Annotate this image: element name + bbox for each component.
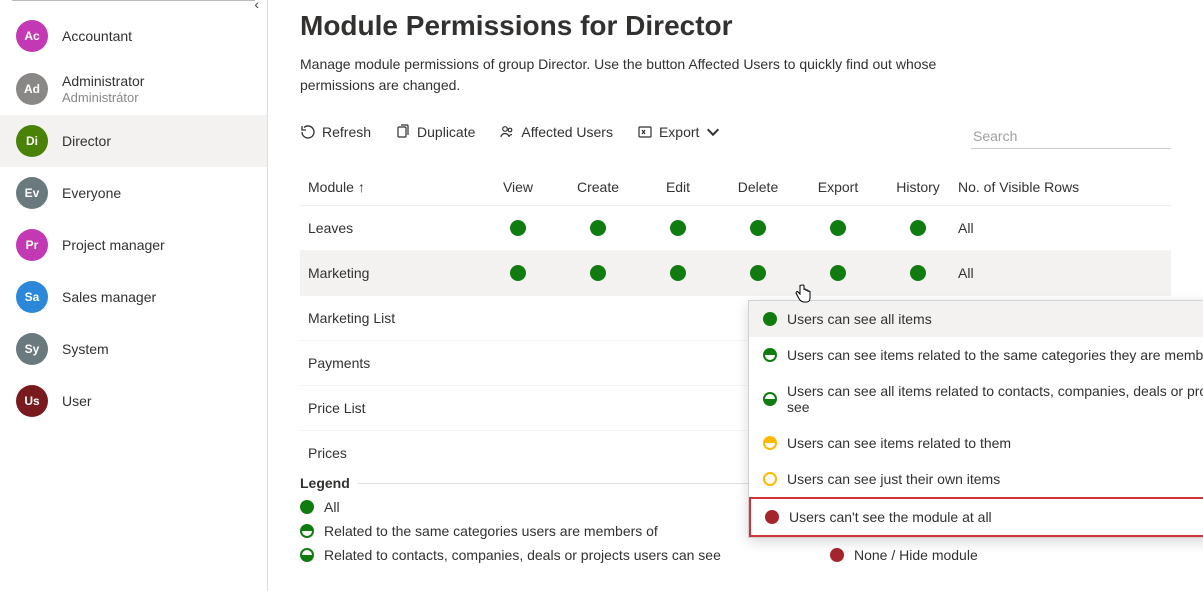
sidebar-item-sublabel: Administrátor [62,90,144,105]
visible-rows-value: All [958,265,1163,281]
sidebar-item-system[interactable]: Sy System [0,323,267,375]
dot-categories-icon [300,524,314,538]
sidebar-item-label: Everyone [62,184,121,202]
column-create[interactable]: Create [558,179,638,195]
module-name: Price List [308,400,478,416]
dropdown-option-all[interactable]: Users can see all items [749,301,1203,337]
avatar: Pr [16,229,48,261]
permission-dot[interactable] [750,220,766,236]
avatar: Ad [16,73,48,105]
legend-item: Related to contacts, companies, deals or… [300,547,830,563]
module-name: Leaves [308,220,478,236]
chevron-down-icon [705,124,721,140]
sidebar-item-everyone[interactable]: Ev Everyone [0,167,267,219]
collapse-icon[interactable]: ‹ [254,0,259,12]
permission-dot[interactable] [670,220,686,236]
module-name: Payments [308,355,478,371]
permission-dot[interactable] [670,265,686,281]
column-export[interactable]: Export [798,179,878,195]
toolbar: Refresh Duplicate Affected Users Export [300,124,1171,151]
column-view[interactable]: View [478,179,558,195]
sidebar-item-label: Sales manager [62,288,156,306]
sidebar-item-project-manager[interactable]: Pr Project manager [0,219,267,271]
permission-dot[interactable] [590,220,606,236]
table-row[interactable]: Leaves All [300,206,1171,251]
visible-rows-value: All [958,220,1163,236]
permission-dot[interactable] [510,265,526,281]
legend-item: None / Hide module [830,547,978,563]
dot-all-icon [300,500,314,514]
permission-dot[interactable] [510,220,526,236]
duplicate-label: Duplicate [417,124,475,140]
table-row[interactable]: Marketing All [300,251,1171,296]
avatar: Sa [16,281,48,313]
excel-icon [637,124,653,140]
search-input[interactable] [971,124,1171,149]
sidebar-item-label: System [62,340,109,358]
duplicate-icon [395,124,411,140]
column-delete[interactable]: Delete [718,179,798,195]
dropdown-option-related[interactable]: Users can see items related to them [749,425,1203,461]
sidebar-item-label: Project manager [62,236,165,254]
sidebar-item-sales-manager[interactable]: Sa Sales manager [0,271,267,323]
dot-none-icon [765,510,779,524]
column-history[interactable]: History [878,179,958,195]
avatar: Ev [16,177,48,209]
duplicate-button[interactable]: Duplicate [395,124,475,140]
dropdown-option-contacts[interactable]: Users can see all items related to conta… [749,373,1203,425]
legend-title: Legend [300,475,350,491]
sidebar: ‹ Ac Accountant Ad Administrator Adminis… [0,0,268,591]
dropdown-option-none[interactable]: Users can't see the module at all [749,497,1203,537]
avatar: Ac [16,20,48,52]
permission-dot[interactable] [750,265,766,281]
avatar: Us [16,385,48,417]
dot-related-icon [763,436,777,450]
table-header: Module ↑ View Create Edit Delete Export … [300,169,1171,206]
sidebar-item-label: Accountant [62,27,132,45]
refresh-icon [300,124,316,140]
refresh-button[interactable]: Refresh [300,124,371,140]
sidebar-item-label: User [62,392,92,410]
main-content: Module Permissions for Director Manage m… [268,0,1203,591]
users-icon [499,124,515,140]
permission-dot[interactable] [910,220,926,236]
sidebar-item-user[interactable]: Us User [0,375,267,427]
module-name: Prices [308,445,478,461]
column-edit[interactable]: Edit [638,179,718,195]
affected-label: Affected Users [521,124,613,140]
sidebar-item-administrator[interactable]: Ad Administrator Administrátor [0,62,267,115]
permission-dot[interactable] [590,265,606,281]
export-label: Export [659,124,699,140]
page-title: Module Permissions for Director [300,10,1171,42]
refresh-label: Refresh [322,124,371,140]
export-button[interactable]: Export [637,124,721,140]
dropdown-option-own[interactable]: Users can see just their own items [749,461,1203,497]
sort-asc-icon: ↑ [358,179,365,195]
dropdown-option-categories[interactable]: Users can see items related to the same … [749,337,1203,373]
sidebar-item-label: Administrator [62,72,144,90]
avatar: Sy [16,333,48,365]
column-module[interactable]: Module ↑ [308,179,478,195]
permission-dropdown: Users can see all items Users can see it… [748,300,1203,538]
dot-own-icon [763,472,777,486]
column-visible-rows[interactable]: No. of Visible Rows [958,179,1163,195]
avatar: Di [16,125,48,157]
sidebar-item-accountant[interactable]: Ac Accountant [0,10,267,62]
affected-users-button[interactable]: Affected Users [499,124,613,140]
dot-categories-icon [763,348,777,362]
dot-contacts-icon [763,392,777,406]
permission-dot[interactable] [910,265,926,281]
sidebar-item-label: Director [62,132,111,150]
permission-dot[interactable] [830,220,846,236]
dot-all-icon [763,312,777,326]
permission-dot[interactable] [830,265,846,281]
dot-contacts-icon [300,548,314,562]
page-description: Manage module permissions of group Direc… [300,54,940,96]
sidebar-item-director[interactable]: Di Director [0,115,267,167]
module-name: Marketing [308,265,478,281]
dot-none-icon [830,548,844,562]
module-name: Marketing List [308,310,478,326]
